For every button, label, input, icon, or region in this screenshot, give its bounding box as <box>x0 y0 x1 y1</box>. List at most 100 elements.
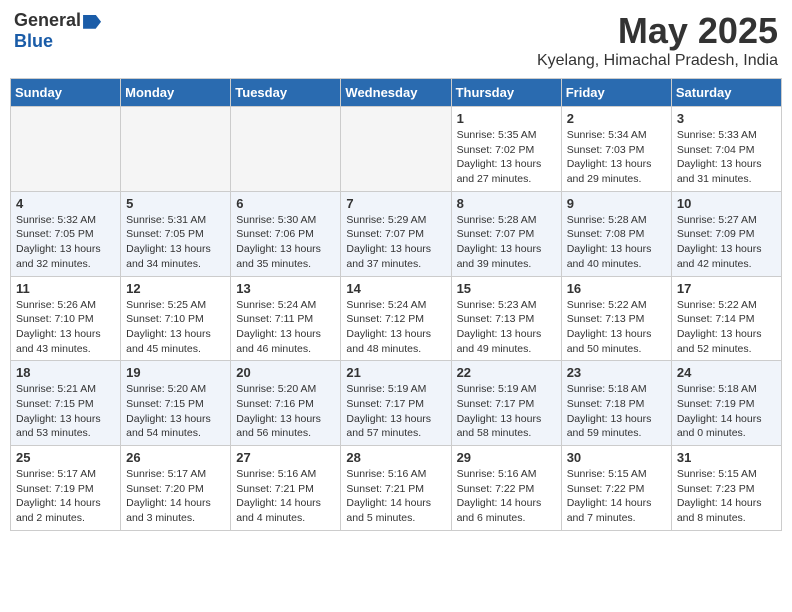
day-cell: 20 Sunrise: 5:20 AM Sunset: 7:16 PM Dayli… <box>231 361 341 446</box>
day-number: 22 <box>457 365 556 380</box>
day-number: 20 <box>236 365 335 380</box>
day-detail: Sunrise: 5:16 AM Sunset: 7:21 PM Dayligh… <box>346 467 445 526</box>
location: Kyelang, Himachal Pradesh, India <box>537 52 778 70</box>
day-cell: 25 Sunrise: 5:17 AM Sunset: 7:19 PM Dayli… <box>11 446 121 531</box>
day-number: 6 <box>236 196 335 211</box>
day-detail: Sunrise: 5:20 AM Sunset: 7:16 PM Dayligh… <box>236 382 335 441</box>
day-number: 25 <box>16 450 115 465</box>
day-cell: 16Sunrise: 5:22 AM Sunset: 7:13 PM Dayli… <box>561 276 671 361</box>
header: General Blue May 2025 Kyelang, Himachal … <box>10 10 782 70</box>
day-detail: Sunrise: 5:35 AM Sunset: 7:02 PM Dayligh… <box>457 128 556 187</box>
day-number: 11 <box>16 281 115 296</box>
month-year: May 2025 <box>537 10 778 52</box>
day-detail: Sunrise: 5:15 AM Sunset: 7:22 PM Dayligh… <box>567 467 666 526</box>
week-row-3: 11 Sunrise: 5:26 AM Sunset: 7:10 PM Dayli… <box>11 276 782 361</box>
day-detail: Sunrise: 5:21 AM Sunset: 7:15 PM Dayligh… <box>16 382 115 441</box>
day-number: 24 <box>677 365 776 380</box>
day-cell <box>231 107 341 192</box>
day-detail: Sunrise: 5:24 AM Sunset: 7:12 PM Dayligh… <box>346 298 445 357</box>
day-detail: Sunrise: 5:28 AM Sunset: 7:07 PM Dayligh… <box>457 213 556 272</box>
day-number: 31 <box>677 450 776 465</box>
day-detail: Sunrise: 5:22 AM Sunset: 7:14 PM Dayligh… <box>677 298 776 357</box>
day-detail: Sunrise: 5:19 AM Sunset: 7:17 PM Dayligh… <box>346 382 445 441</box>
weekday-header-monday: Monday <box>121 79 231 107</box>
day-cell: 22 Sunrise: 5:19 AM Sunset: 7:17 PM Dayli… <box>451 361 561 446</box>
week-row-1: 1 Sunrise: 5:35 AM Sunset: 7:02 PM Daylig… <box>11 107 782 192</box>
day-cell: 23 Sunrise: 5:18 AM Sunset: 7:18 PM Dayli… <box>561 361 671 446</box>
logo-icon <box>83 15 101 29</box>
day-number: 19 <box>126 365 225 380</box>
day-cell: 21 Sunrise: 5:19 AM Sunset: 7:17 PM Dayli… <box>341 361 451 446</box>
day-number: 30 <box>567 450 666 465</box>
day-cell: 3Sunrise: 5:33 AM Sunset: 7:04 PM Daylig… <box>671 107 781 192</box>
day-cell: 1 Sunrise: 5:35 AM Sunset: 7:02 PM Daylig… <box>451 107 561 192</box>
day-cell: 11 Sunrise: 5:26 AM Sunset: 7:10 PM Dayli… <box>11 276 121 361</box>
day-detail: Sunrise: 5:27 AM Sunset: 7:09 PM Dayligh… <box>677 213 776 272</box>
week-row-5: 25 Sunrise: 5:17 AM Sunset: 7:19 PM Dayli… <box>11 446 782 531</box>
day-number: 17 <box>677 281 776 296</box>
day-detail: Sunrise: 5:32 AM Sunset: 7:05 PM Dayligh… <box>16 213 115 272</box>
day-cell: 2 Sunrise: 5:34 AM Sunset: 7:03 PM Daylig… <box>561 107 671 192</box>
week-row-4: 18 Sunrise: 5:21 AM Sunset: 7:15 PM Dayli… <box>11 361 782 446</box>
calendar: SundayMondayTuesdayWednesdayThursdayFrid… <box>10 78 782 531</box>
day-cell: 8Sunrise: 5:28 AM Sunset: 7:07 PM Daylig… <box>451 191 561 276</box>
day-number: 27 <box>236 450 335 465</box>
day-number: 18 <box>16 365 115 380</box>
day-cell: 27 Sunrise: 5:16 AM Sunset: 7:21 PM Dayli… <box>231 446 341 531</box>
day-detail: Sunrise: 5:26 AM Sunset: 7:10 PM Dayligh… <box>16 298 115 357</box>
day-number: 29 <box>457 450 556 465</box>
weekday-header-sunday: Sunday <box>11 79 121 107</box>
day-detail: Sunrise: 5:19 AM Sunset: 7:17 PM Dayligh… <box>457 382 556 441</box>
day-number: 7 <box>346 196 445 211</box>
day-number: 23 <box>567 365 666 380</box>
day-number: 4 <box>16 196 115 211</box>
day-number: 26 <box>126 450 225 465</box>
logo-top: General <box>14 10 101 31</box>
day-cell: 29 Sunrise: 5:16 AM Sunset: 7:22 PM Dayli… <box>451 446 561 531</box>
day-detail: Sunrise: 5:31 AM Sunset: 7:05 PM Dayligh… <box>126 213 225 272</box>
day-cell <box>11 107 121 192</box>
day-detail: Sunrise: 5:16 AM Sunset: 7:21 PM Dayligh… <box>236 467 335 526</box>
day-cell: 28 Sunrise: 5:16 AM Sunset: 7:21 PM Dayli… <box>341 446 451 531</box>
day-cell: 13Sunrise: 5:24 AM Sunset: 7:11 PM Dayli… <box>231 276 341 361</box>
day-detail: Sunrise: 5:20 AM Sunset: 7:15 PM Dayligh… <box>126 382 225 441</box>
day-number: 9 <box>567 196 666 211</box>
day-number: 5 <box>126 196 225 211</box>
day-cell: 24Sunrise: 5:18 AM Sunset: 7:19 PM Dayli… <box>671 361 781 446</box>
day-number: 16 <box>567 281 666 296</box>
day-detail: Sunrise: 5:17 AM Sunset: 7:20 PM Dayligh… <box>126 467 225 526</box>
day-number: 21 <box>346 365 445 380</box>
day-detail: Sunrise: 5:16 AM Sunset: 7:22 PM Dayligh… <box>457 467 556 526</box>
day-cell: 31 Sunrise: 5:15 AM Sunset: 7:23 PM Dayli… <box>671 446 781 531</box>
day-detail: Sunrise: 5:15 AM Sunset: 7:23 PM Dayligh… <box>677 467 776 526</box>
day-number: 28 <box>346 450 445 465</box>
day-detail: Sunrise: 5:28 AM Sunset: 7:08 PM Dayligh… <box>567 213 666 272</box>
weekday-header-thursday: Thursday <box>451 79 561 107</box>
day-cell: 10 Sunrise: 5:27 AM Sunset: 7:09 PM Dayli… <box>671 191 781 276</box>
day-detail: Sunrise: 5:30 AM Sunset: 7:06 PM Dayligh… <box>236 213 335 272</box>
weekday-header-friday: Friday <box>561 79 671 107</box>
day-cell: 14 Sunrise: 5:24 AM Sunset: 7:12 PM Dayli… <box>341 276 451 361</box>
day-number: 2 <box>567 111 666 126</box>
day-detail: Sunrise: 5:34 AM Sunset: 7:03 PM Dayligh… <box>567 128 666 187</box>
day-detail: Sunrise: 5:17 AM Sunset: 7:19 PM Dayligh… <box>16 467 115 526</box>
day-number: 12 <box>126 281 225 296</box>
day-number: 1 <box>457 111 556 126</box>
day-cell: 19 Sunrise: 5:20 AM Sunset: 7:15 PM Dayli… <box>121 361 231 446</box>
day-cell: 7 Sunrise: 5:29 AM Sunset: 7:07 PM Daylig… <box>341 191 451 276</box>
day-cell: 17 Sunrise: 5:22 AM Sunset: 7:14 PM Dayli… <box>671 276 781 361</box>
day-number: 10 <box>677 196 776 211</box>
weekday-header-saturday: Saturday <box>671 79 781 107</box>
day-number: 15 <box>457 281 556 296</box>
day-cell <box>121 107 231 192</box>
day-number: 14 <box>346 281 445 296</box>
day-cell: 5 Sunrise: 5:31 AM Sunset: 7:05 PM Daylig… <box>121 191 231 276</box>
day-detail: Sunrise: 5:18 AM Sunset: 7:18 PM Dayligh… <box>567 382 666 441</box>
day-detail: Sunrise: 5:23 AM Sunset: 7:13 PM Dayligh… <box>457 298 556 357</box>
day-cell: 15 Sunrise: 5:23 AM Sunset: 7:13 PM Dayli… <box>451 276 561 361</box>
day-detail: Sunrise: 5:24 AM Sunset: 7:11 PM Dayligh… <box>236 298 335 357</box>
day-detail: Sunrise: 5:29 AM Sunset: 7:07 PM Dayligh… <box>346 213 445 272</box>
weekday-header-wednesday: Wednesday <box>341 79 451 107</box>
day-cell: 4 Sunrise: 5:32 AM Sunset: 7:05 PM Daylig… <box>11 191 121 276</box>
weekday-header-tuesday: Tuesday <box>231 79 341 107</box>
